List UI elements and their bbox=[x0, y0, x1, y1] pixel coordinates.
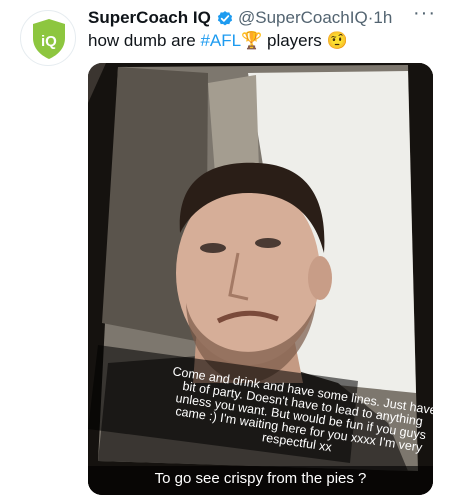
tweet-text-part-1: how dumb are bbox=[88, 31, 201, 50]
avatar[interactable]: iQ bbox=[20, 10, 76, 66]
display-name[interactable]: SuperCoach IQ bbox=[88, 8, 211, 28]
tweet-text-part-2: players bbox=[262, 31, 327, 50]
handle-and-time: @SuperCoachIQ·1h bbox=[238, 8, 392, 28]
supercoach-iq-logo-icon: iQ bbox=[33, 19, 65, 59]
more-horizontal-icon[interactable]: ··· bbox=[413, 2, 436, 25]
tweet-media[interactable]: Come and drink and have some lines. Just… bbox=[88, 63, 433, 495]
raised-eyebrow-emoji: 🤨 bbox=[326, 31, 348, 50]
trophy-emoji: 🏆 bbox=[241, 31, 263, 50]
verified-badge-icon bbox=[217, 11, 233, 26]
tweet-text: how dumb are #AFL🏆 players 🤨 bbox=[88, 31, 348, 51]
handle[interactable]: @SuperCoachIQ bbox=[238, 8, 368, 27]
logo-text: iQ bbox=[41, 33, 57, 50]
hashtag-link[interactable]: #AFL bbox=[200, 31, 241, 50]
timestamp[interactable]: 1h bbox=[373, 8, 392, 27]
media-caption: To go see crispy from the pies ? bbox=[154, 470, 367, 487]
